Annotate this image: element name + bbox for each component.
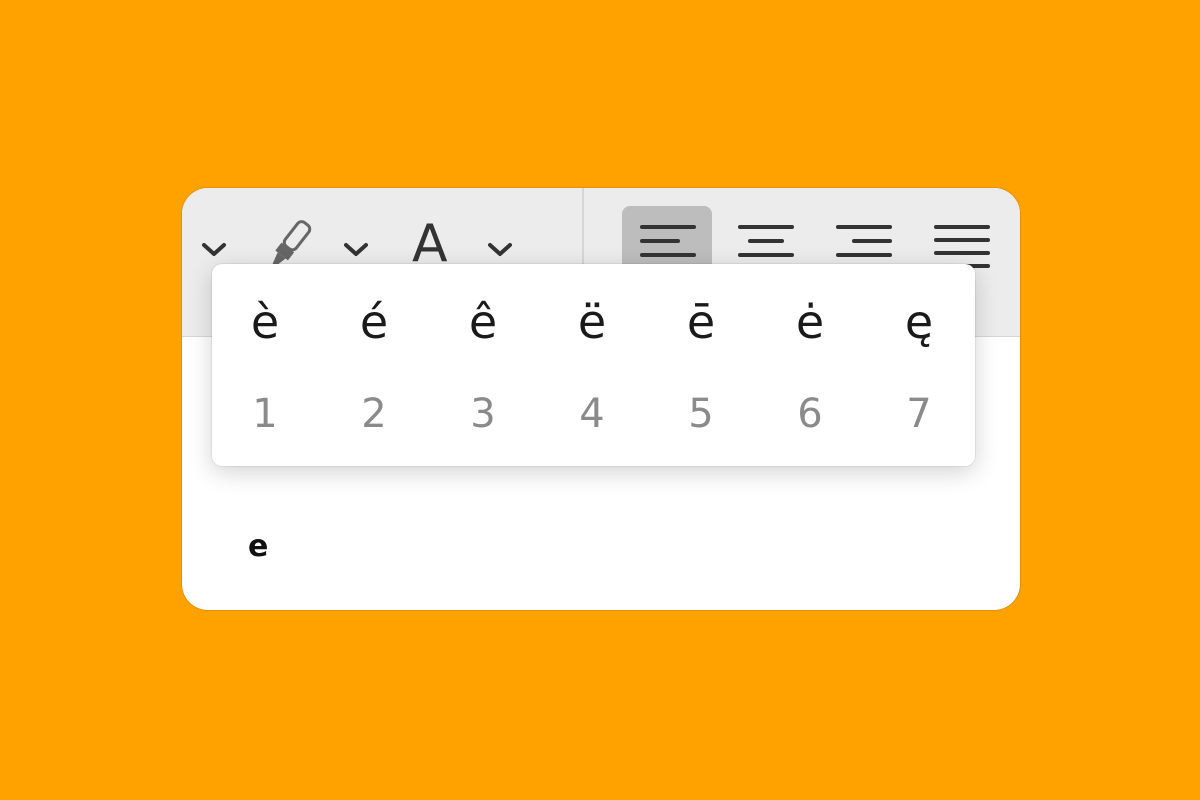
typed-character: e xyxy=(248,529,269,564)
accent-shortcut-number: 5 xyxy=(688,391,714,437)
accent-option-3[interactable]: ê 3 xyxy=(433,264,533,466)
accent-option-6[interactable]: ė 6 xyxy=(760,264,860,466)
accent-shortcut-number: 3 xyxy=(470,391,496,437)
chevron-down-icon[interactable] xyxy=(342,240,370,260)
toolbar-divider xyxy=(582,188,584,268)
accent-shortcut-number: 7 xyxy=(906,391,932,437)
accent-char: ë xyxy=(577,295,607,349)
accent-option-7[interactable]: ę 7 xyxy=(869,264,969,466)
chevron-down-icon[interactable] xyxy=(200,240,228,260)
accent-option-2[interactable]: é 2 xyxy=(324,264,424,466)
popover-tail xyxy=(222,466,292,496)
accent-option-4[interactable]: ë 4 xyxy=(542,264,642,466)
accent-char: é xyxy=(359,295,389,349)
accent-char: ē xyxy=(686,295,716,349)
accent-char: ė xyxy=(795,295,825,349)
accent-shortcut-number: 2 xyxy=(361,391,387,437)
accent-option-1[interactable]: è 1 xyxy=(215,264,315,466)
accent-char: ę xyxy=(904,295,934,349)
accent-option-5[interactable]: ē 5 xyxy=(651,264,751,466)
accent-char: ê xyxy=(468,295,498,349)
accent-picker-popover: è 1 é 2 ê 3 ë 4 ē 5 ė 6 ę 7 xyxy=(212,264,975,466)
chevron-down-icon[interactable] xyxy=(486,240,514,260)
accent-shortcut-number: 4 xyxy=(579,391,605,437)
accent-shortcut-number: 6 xyxy=(797,391,823,437)
accent-shortcut-number: 1 xyxy=(252,391,278,437)
accent-char: è xyxy=(250,295,280,349)
